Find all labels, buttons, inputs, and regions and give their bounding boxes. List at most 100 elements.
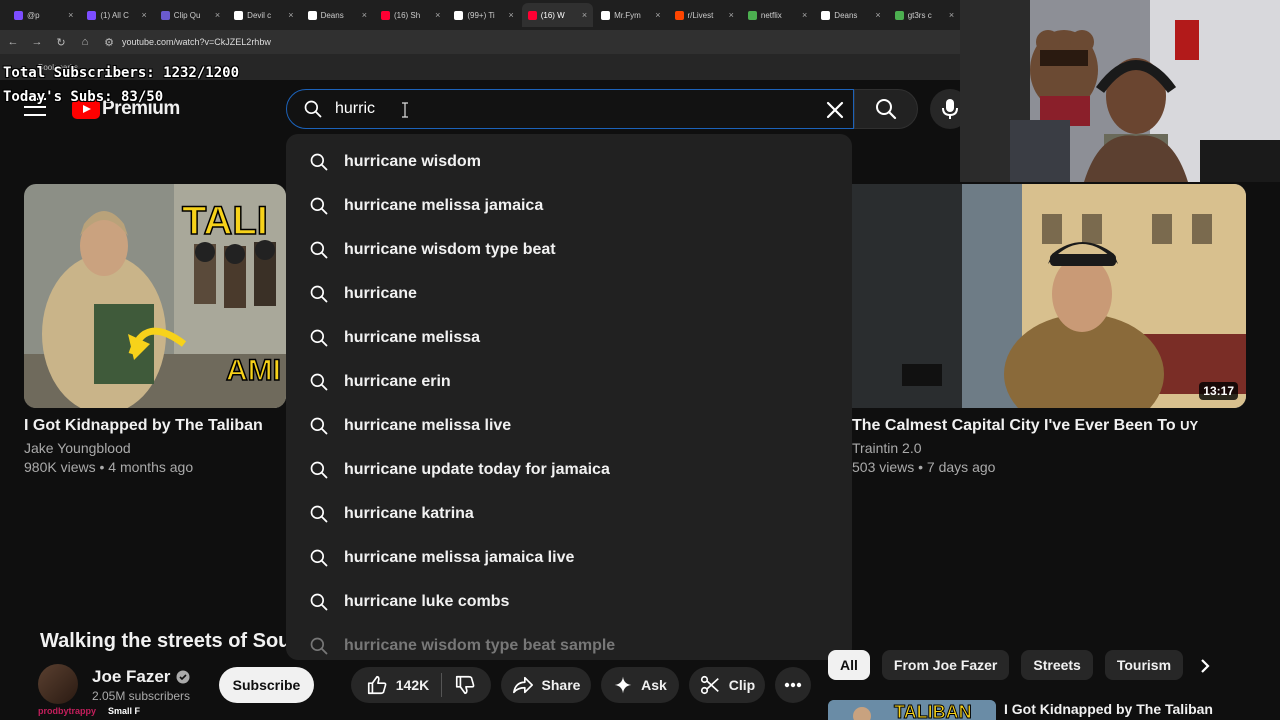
tab-close-icon[interactable]: ×: [142, 10, 147, 20]
forward-icon[interactable]: →: [30, 36, 44, 48]
browser-tab[interactable]: (16) Sh ×: [375, 3, 446, 27]
search-icon: [310, 153, 328, 171]
subscriber-count: 2.05M subscribers: [92, 689, 191, 703]
tab-close-icon[interactable]: ×: [215, 10, 220, 20]
video-meta: 503 views • 7 days ago: [852, 459, 996, 475]
related-video-thumbnail[interactable]: TALIBAN: [828, 700, 996, 720]
like-button[interactable]: 142K: [366, 674, 429, 696]
tab-label: gt3rs c: [907, 10, 932, 20]
filter-chip[interactable]: All: [828, 650, 870, 680]
suggestion-label: hurricane melissa jamaica: [344, 197, 544, 214]
filter-chip[interactable]: Streets: [1021, 650, 1093, 680]
browser-tab[interactable]: Clip Qu ×: [155, 3, 226, 27]
like-count: 142K: [395, 677, 430, 693]
scissors-icon: [700, 675, 719, 695]
browser-tab[interactable]: gt3rs c ×: [889, 3, 960, 27]
share-button[interactable]: Share: [501, 667, 591, 703]
tab-close-icon[interactable]: ×: [68, 10, 73, 20]
tab-close-icon[interactable]: ×: [582, 10, 587, 20]
tab-close-icon[interactable]: ×: [655, 10, 660, 20]
clear-search-button[interactable]: [823, 98, 847, 122]
thumbnail-text-bottom: AMI: [226, 354, 281, 387]
reload-icon[interactable]: ↻: [54, 36, 68, 49]
search-suggestion[interactable]: hurricane: [286, 272, 852, 316]
search-suggestion[interactable]: hurricane melissa jamaica: [286, 184, 852, 228]
search-suggestions-dropdown: hurricane wisdom hurricane melissa jamaic…: [286, 134, 852, 660]
clip-button[interactable]: Clip: [689, 667, 765, 703]
search-suggestion[interactable]: hurricane melissa: [286, 316, 852, 360]
text-cursor-icon: [402, 102, 408, 118]
video-thumbnail[interactable]: 13:17: [852, 184, 1246, 408]
subscribe-button[interactable]: Subscribe: [219, 667, 314, 703]
video-meta: 980K views • 4 months ago: [24, 459, 194, 475]
filter-chip[interactable]: Tourism: [1104, 650, 1184, 680]
tab-close-icon[interactable]: ×: [949, 10, 954, 20]
chips-next-button[interactable]: [1190, 652, 1220, 680]
tab-close-icon[interactable]: ×: [802, 10, 807, 20]
browser-tab[interactable]: Devil c ×: [228, 3, 299, 27]
browser-tab[interactable]: (99+) Ti ×: [448, 3, 519, 27]
search-icon: [310, 637, 328, 655]
browser-tab[interactable]: Mr.Fym ×: [595, 3, 666, 27]
filter-chip[interactable]: From Joe Fazer: [881, 650, 1010, 680]
avatar[interactable]: [38, 664, 78, 704]
search-suggestion[interactable]: hurricane melissa live: [286, 404, 852, 448]
player-channel-name[interactable]: Joe Fazer: [92, 667, 190, 687]
tab-label: (99+) Ti: [467, 10, 495, 20]
tab-close-icon[interactable]: ×: [508, 10, 513, 20]
suggestion-label: hurricane erin: [344, 373, 451, 390]
browser-tab[interactable]: netflix ×: [742, 3, 813, 27]
video-thumbnail[interactable]: TALI AMI: [24, 184, 286, 408]
back-icon[interactable]: ←: [6, 36, 20, 48]
browser-tab[interactable]: @p ×: [8, 3, 79, 27]
channel-name[interactable]: Traintin 2.0: [852, 440, 922, 456]
video-title[interactable]: The Calmest Capital City I've Ever Been …: [852, 417, 1198, 435]
tab-close-icon[interactable]: ×: [729, 10, 734, 20]
search-icon: [310, 417, 328, 435]
video-title-suffix: UY: [1180, 418, 1199, 433]
streamer-webcam: [960, 0, 1280, 182]
todays-subs-counter: Today's Subs: 83/50: [3, 89, 164, 105]
search-icon: [310, 197, 328, 215]
search-icon: [310, 373, 328, 391]
tab-close-icon[interactable]: ×: [362, 10, 367, 20]
video-duration: 13:17: [1199, 382, 1238, 400]
tab-favicon-icon: [160, 10, 170, 20]
browser-tab[interactable]: Deans ×: [302, 3, 373, 27]
tab-close-icon[interactable]: ×: [435, 10, 440, 20]
search-suggestion[interactable]: hurricane katrina: [286, 492, 852, 536]
search-suggestion[interactable]: hurricane wisdom type beat sample: [286, 624, 852, 660]
site-info-icon[interactable]: ⚙: [102, 36, 116, 49]
url-field[interactable]: youtube.com/watch?v=CkJZEL2rhbw: [122, 37, 271, 47]
browser-tab[interactable]: Deans ×: [815, 3, 886, 27]
browser-tab[interactable]: (16) W ×: [521, 3, 594, 27]
search-suggestion[interactable]: hurricane erin: [286, 360, 852, 404]
browser-address-bar: ← → ↻ ⌂ ⚙ youtube.com/watch?v=CkJZEL2rhb…: [0, 30, 960, 54]
channel-name[interactable]: Jake Youngblood: [24, 440, 131, 456]
search-box[interactable]: [286, 89, 854, 129]
search-icon: [310, 329, 328, 347]
tab-favicon-icon: [747, 10, 757, 20]
more-actions-button[interactable]: [775, 667, 811, 703]
video-title[interactable]: I Got Kidnapped by The Taliban: [24, 417, 263, 435]
search-suggestion[interactable]: hurricane wisdom: [286, 140, 852, 184]
thumbs-down-icon[interactable]: [454, 674, 476, 696]
browser-tab[interactable]: (1) All C ×: [81, 3, 152, 27]
suggestion-label: hurricane luke combs: [344, 593, 510, 610]
search-suggestion[interactable]: hurricane melissa jamaica live: [286, 536, 852, 580]
search-suggestion[interactable]: hurricane update today for jamaica: [286, 448, 852, 492]
microphone-icon: [942, 99, 958, 119]
browser-tab-bar: @p × (1) All C × Clip Qu × Devil c × Deans × (16) …: [0, 0, 960, 30]
home-icon[interactable]: ⌂: [78, 36, 92, 48]
tab-favicon-icon: [87, 10, 97, 20]
search-button[interactable]: [854, 89, 918, 129]
related-video-title[interactable]: I Got Kidnapped by The Taliban: [1004, 701, 1213, 717]
search-suggestion[interactable]: hurricane wisdom type beat: [286, 228, 852, 272]
chevron-right-icon: [1201, 659, 1210, 673]
ask-button[interactable]: Ask: [601, 667, 679, 703]
tab-close-icon[interactable]: ×: [875, 10, 880, 20]
search-suggestion[interactable]: hurricane luke combs: [286, 580, 852, 624]
tab-close-icon[interactable]: ×: [288, 10, 293, 20]
share-icon: [512, 676, 533, 694]
browser-tab[interactable]: r/Livest ×: [669, 3, 740, 27]
